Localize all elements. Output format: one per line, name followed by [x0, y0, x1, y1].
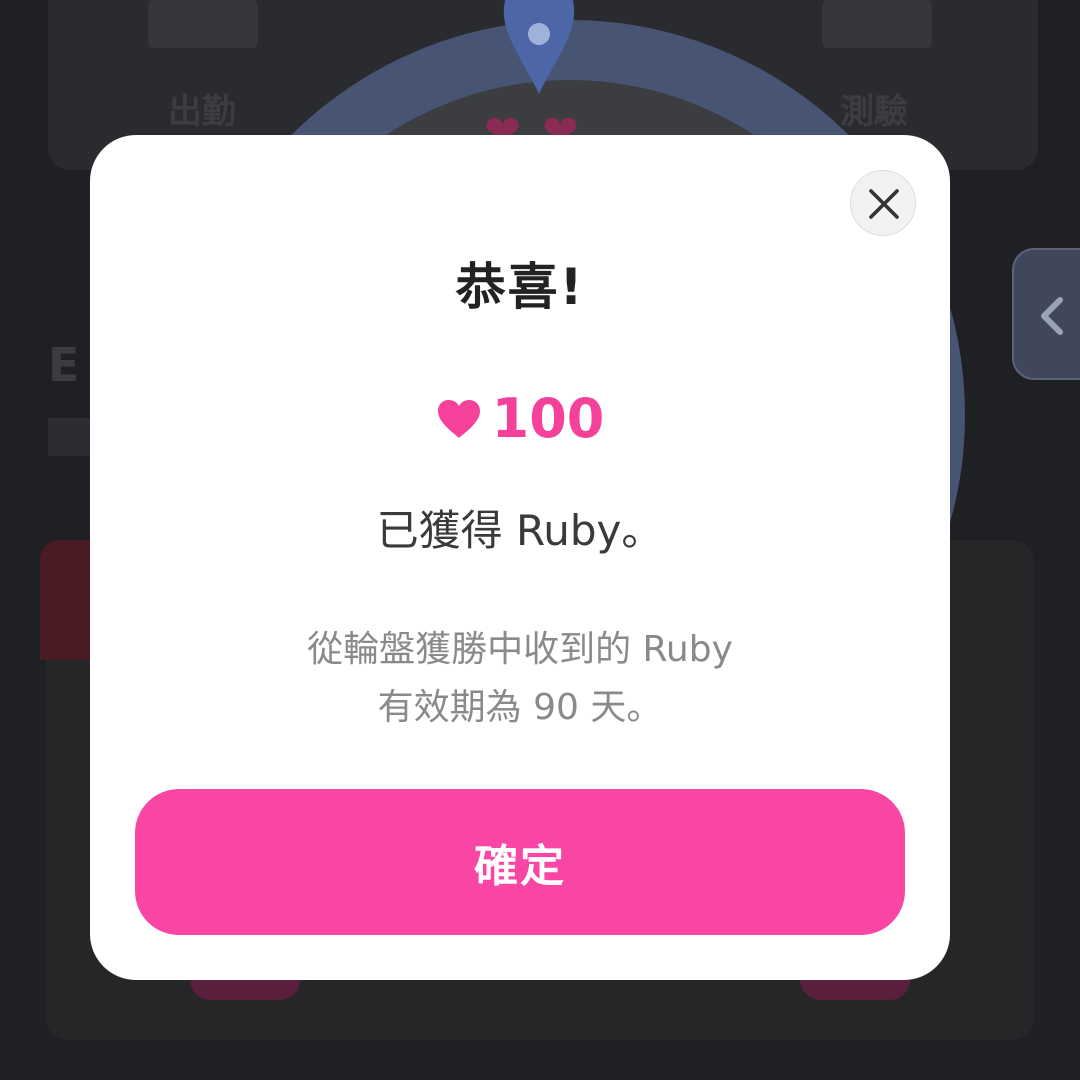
- attendance-label: 出勤: [168, 92, 236, 132]
- close-icon: [869, 189, 899, 219]
- heart-icon: [437, 399, 480, 438]
- side-drawer-tab[interactable]: [1012, 248, 1080, 380]
- wheel-pointer-icon: [503, 0, 575, 94]
- reward-dialog: 恭喜! 100 已獲得 Ruby。 從輪盤獲勝中收到的 Ruby 有效期為 90…: [90, 135, 950, 980]
- reward-amount: 100: [491, 387, 605, 450]
- dialog-title: 恭喜!: [455, 258, 585, 316]
- expiry-info-line: 有效期為 90 天。: [377, 687, 663, 728]
- confirm-button[interactable]: 確定: [135, 789, 905, 935]
- expiry-info: 從輪盤獲勝中收到的 Ruby 有效期為 90 天。: [90, 621, 950, 737]
- expiry-info-line: 從輪盤獲勝中收到的 Ruby: [307, 629, 733, 670]
- quiz-label: 測驗: [840, 92, 908, 132]
- attendance-icon: [148, 0, 258, 48]
- reward-message: 已獲得 Ruby。: [376, 506, 664, 555]
- quiz-icon: [822, 0, 932, 48]
- reward-amount-row: 100: [90, 387, 950, 450]
- chevron-left-icon: [1041, 297, 1063, 335]
- close-button[interactable]: [850, 170, 916, 236]
- background-heading: E: [48, 338, 80, 392]
- screen: 出勤 測驗 ❤ ❤ E 恭喜! 100 已獲得 Ruby。 從輪盤獲勝中收到的 …: [0, 0, 1080, 1080]
